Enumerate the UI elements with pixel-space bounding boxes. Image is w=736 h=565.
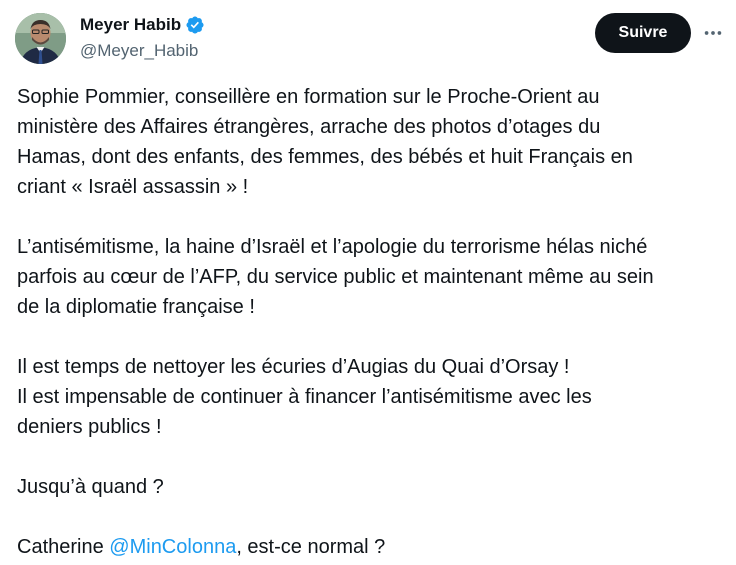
tweet: Meyer Habib @Meyer_Habib Suivre Sophie P…: [0, 0, 736, 565]
mention-prefix: Catherine: [17, 536, 110, 558]
tweet-text: Sophie Pommier, conseillère en formation…: [17, 82, 727, 562]
avatar-photo-icon: [15, 13, 66, 64]
author-avatar[interactable]: [15, 13, 66, 64]
text-line: Il est impensable de continuer à finance…: [17, 386, 592, 408]
text-line: ministère des Affaires étrangères, arrac…: [17, 116, 601, 138]
follow-button[interactable]: Suivre: [595, 13, 691, 53]
text-line: L’antisémitisme, la haine d’Israël et l’…: [17, 236, 648, 258]
text-line: Il est temps de nettoyer les écuries d’A…: [17, 356, 570, 378]
text-line: Hamas, dont des enfants, des femmes, des…: [17, 146, 633, 168]
tweet-paragraph: Il est temps de nettoyer les écuries d’A…: [17, 352, 727, 442]
text-line: Sophie Pommier, conseillère en formation…: [17, 86, 600, 108]
mention-suffix: , est-ce normal ?: [236, 536, 386, 558]
tweet-paragraph: Jusqu’à quand ?: [17, 472, 727, 502]
tweet-paragraph: L’antisémitisme, la haine d’Israël et l’…: [17, 232, 727, 322]
text-line: parfois au cœur de l’AFP, du service pub…: [17, 266, 654, 288]
author-name-row: Meyer Habib: [80, 14, 205, 36]
tweet-paragraph: Catherine @MinColonna, est-ce normal ?: [17, 532, 727, 562]
text-line: criant « Israël assassin » !: [17, 176, 249, 198]
text-line: deniers publics !: [17, 416, 162, 438]
more-horizontal-icon: [704, 31, 722, 35]
text-line: de la diplomatie française !: [17, 296, 255, 318]
text-line: Catherine @MinColonna, est-ce normal ?: [17, 532, 727, 562]
verified-badge-icon[interactable]: [185, 15, 205, 35]
more-options-button[interactable]: [700, 20, 726, 46]
author-display-name[interactable]: Meyer Habib: [80, 14, 181, 36]
text-line: Jusqu’à quand ?: [17, 476, 164, 498]
mention-link[interactable]: @MinColonna: [109, 536, 236, 558]
tweet-paragraph: Sophie Pommier, conseillère en formation…: [17, 82, 727, 202]
author-handle[interactable]: @Meyer_Habib: [80, 40, 198, 62]
